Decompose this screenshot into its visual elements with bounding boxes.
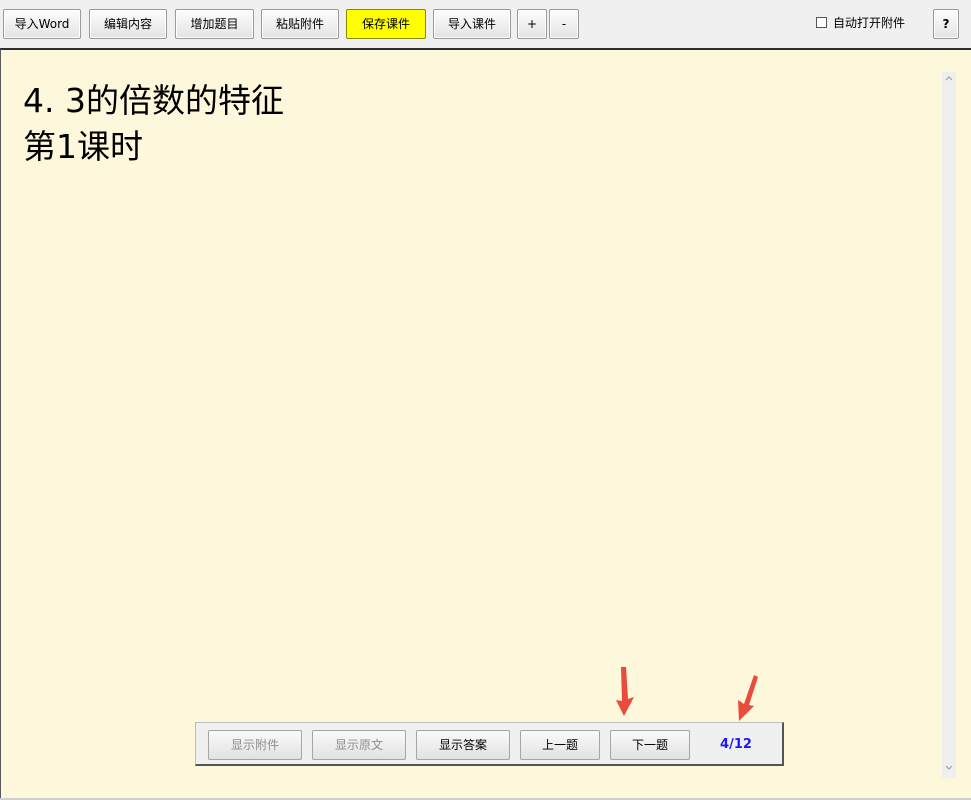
auto-open-checkbox[interactable]: [816, 17, 827, 28]
auto-open-label: 自动打开附件: [833, 16, 906, 30]
zoom-in-button[interactable]: +: [517, 9, 547, 39]
add-question-button[interactable]: 增加题目: [175, 9, 254, 39]
annotation-arrow-next-icon: [616, 667, 634, 716]
lesson-title-line2: 第1课时: [23, 127, 143, 166]
auto-open-attachment-toggle[interactable]: 自动打开附件: [816, 14, 905, 32]
toolbar: 导入Word 编辑内容 增加题目 粘贴附件 保存课件 导入课件 + - 自动打开…: [0, 0, 971, 48]
import-courseware-button[interactable]: 导入课件: [433, 9, 511, 39]
show-attachment-button[interactable]: 显示附件: [208, 730, 302, 760]
scroll-down-icon[interactable]: [942, 762, 956, 776]
next-question-button[interactable]: 下一题: [610, 730, 690, 760]
question-navigation-bar: 显示附件 显示原文 显示答案 上一题 下一题 4/12: [195, 722, 784, 766]
annotation-arrow-page-icon: [738, 675, 758, 721]
content-area: 4. 3的倍数的特征 第1课时 显示附件 显示原文 显示答案 上一题 下一题 4…: [0, 48, 971, 799]
vertical-scrollbar[interactable]: [942, 72, 956, 778]
help-button[interactable]: ?: [933, 9, 959, 39]
prev-question-button[interactable]: 上一题: [520, 730, 600, 760]
scroll-up-icon[interactable]: [942, 74, 956, 88]
save-courseware-button[interactable]: 保存课件: [346, 9, 426, 39]
page-indicator: 4/12: [720, 737, 752, 752]
lesson-title-line1: 4. 3的倍数的特征: [23, 81, 284, 120]
show-original-button[interactable]: 显示原文: [312, 730, 406, 760]
show-answer-button[interactable]: 显示答案: [416, 730, 510, 760]
edit-content-button[interactable]: 编辑内容: [89, 9, 167, 39]
lesson-title: 4. 3的倍数的特征 第1课时: [23, 78, 284, 170]
paste-attachment-button[interactable]: 粘贴附件: [261, 9, 339, 39]
import-word-button[interactable]: 导入Word: [3, 9, 81, 39]
zoom-out-button[interactable]: -: [549, 9, 579, 39]
